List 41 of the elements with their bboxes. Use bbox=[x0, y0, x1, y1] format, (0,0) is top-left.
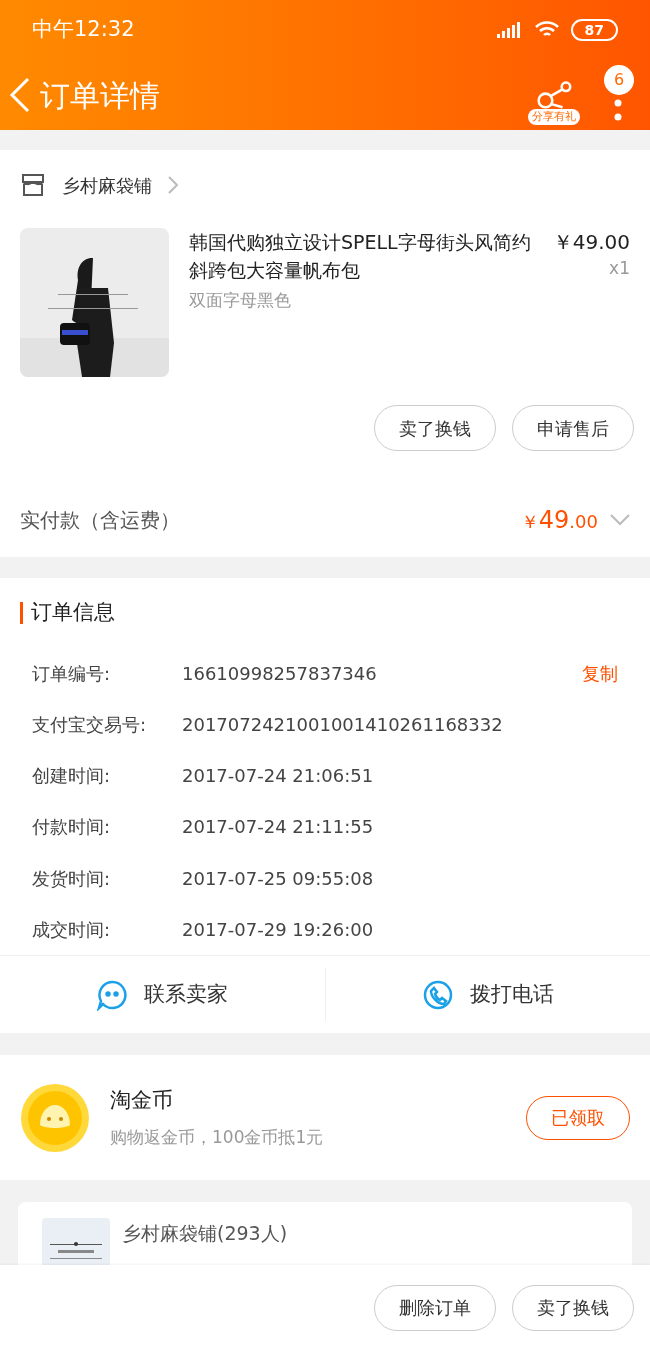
page-title: 订单详情 bbox=[40, 76, 160, 115]
payment-label: 实付款（含运费） bbox=[20, 507, 180, 534]
info-value: 2017-07-25 09:55:08 bbox=[182, 866, 374, 891]
coins-title: 淘金币 bbox=[110, 1087, 174, 1114]
phone-icon[interactable] bbox=[421, 978, 454, 1011]
share-icon[interactable] bbox=[535, 79, 573, 109]
coin-icon bbox=[20, 1082, 90, 1153]
chevron-right-icon[interactable] bbox=[168, 176, 178, 194]
store-icon bbox=[20, 173, 46, 197]
shop-card[interactable]: 乡村麻袋铺(293人) bbox=[18, 1202, 632, 1265]
chat-face-icon[interactable] bbox=[96, 978, 129, 1011]
payment-amount: ￥49.00 bbox=[520, 505, 598, 536]
product-quantity: x1 bbox=[609, 257, 630, 280]
signal-icon bbox=[496, 22, 523, 38]
info-label: 付款时间: bbox=[32, 815, 112, 840]
product-price: ￥49.00 bbox=[552, 229, 630, 256]
coins-subtitle: 购物返金币，100金币抵1元 bbox=[110, 1125, 324, 1149]
back-icon[interactable] bbox=[8, 75, 32, 115]
notification-badge: 6 bbox=[604, 65, 634, 95]
section-title: 订单信息 bbox=[31, 599, 115, 627]
shop-card-name: 乡村麻袋铺(293人) bbox=[122, 1221, 288, 1246]
info-label: 订单编号: bbox=[32, 661, 112, 686]
info-value: 16610998257837346 bbox=[182, 661, 377, 686]
info-label: 创建时间: bbox=[32, 764, 112, 789]
more-icon[interactable] bbox=[614, 99, 622, 121]
contact-label[interactable]: 拨打电话 bbox=[469, 978, 554, 1011]
info-value: 2017-07-24 21:11:55 bbox=[182, 815, 374, 840]
info-label: 发货时间: bbox=[32, 866, 112, 891]
info-label: 成交时间: bbox=[32, 917, 112, 942]
product-variant: 双面字母黑色 bbox=[189, 289, 292, 312]
chevron-down-icon[interactable] bbox=[610, 514, 630, 526]
info-label: 支付宝交易号: bbox=[32, 712, 148, 737]
info-value: 2017-07-29 19:26:00 bbox=[182, 917, 374, 942]
info-value: 2017-07-24 21:06:51 bbox=[182, 764, 374, 789]
shop-name[interactable]: 乡村麻袋铺 bbox=[62, 171, 152, 199]
product-title[interactable]: 韩国代购独立设计SPELL字母街头风简约斜跨包大容量帆布包 bbox=[189, 228, 545, 284]
section-accent bbox=[20, 601, 23, 624]
status-time: 中午12:32 bbox=[32, 16, 135, 44]
info-value: 2017072421001001410261168332 bbox=[182, 712, 503, 737]
contact-label[interactable]: 联系卖家 bbox=[144, 978, 229, 1011]
battery-indicator: 87 bbox=[570, 19, 618, 41]
